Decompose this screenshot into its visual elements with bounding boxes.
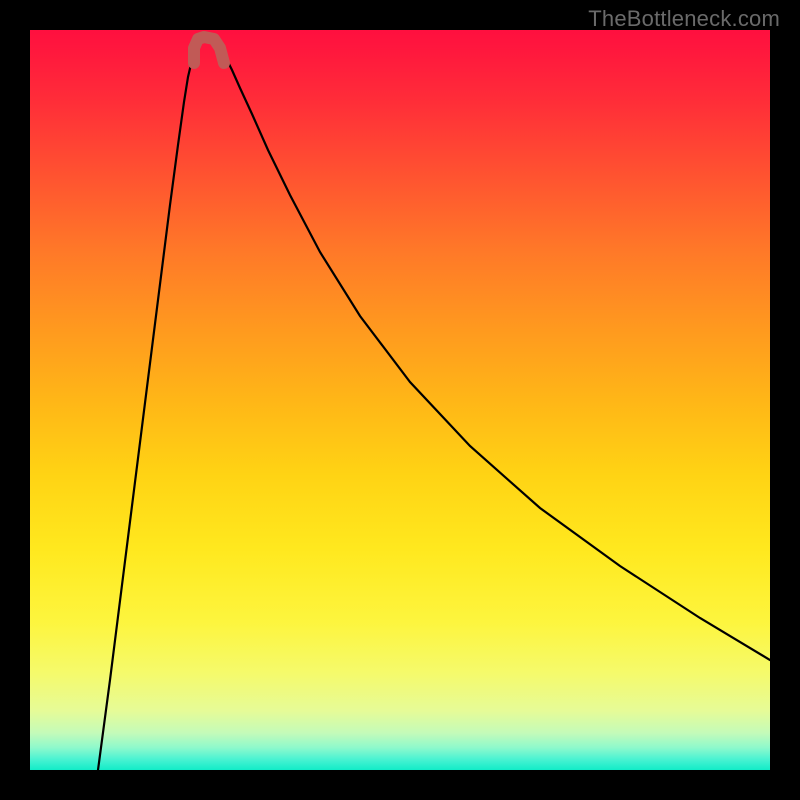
curve-left-branch	[98, 44, 200, 770]
chart-frame: TheBottleneck.com	[0, 0, 800, 800]
curve-right-branch	[218, 44, 770, 660]
chart-plot-area	[30, 30, 770, 770]
watermark-text: TheBottleneck.com	[588, 6, 780, 32]
cusp-marker	[194, 37, 224, 63]
chart-svg	[30, 30, 770, 770]
